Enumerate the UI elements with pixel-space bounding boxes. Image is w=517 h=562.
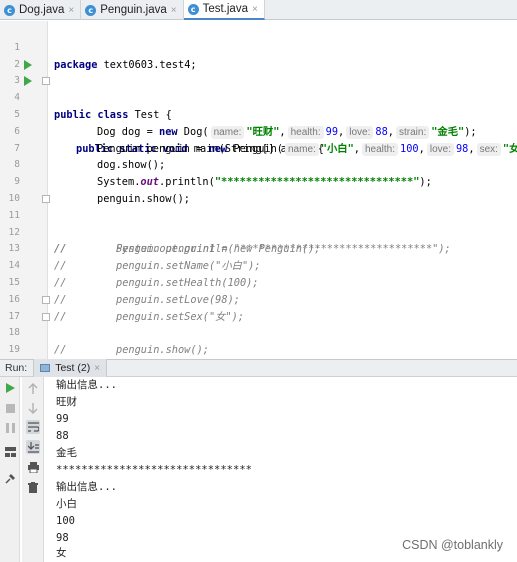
code-line: 6 Penguin penguin = new Penguin(name: "小白…: [0, 107, 517, 156]
close-icon[interactable]: ×: [68, 5, 74, 16]
code-line: 15 // penguin.setLove(98);: [0, 258, 517, 306]
fold-icon[interactable]: [42, 312, 50, 321]
console-output-line: 旺财: [56, 396, 77, 408]
editor-tab-bar: c Dog.java × c Penguin.java × c Test.jav…: [0, 0, 517, 20]
run-config-tab[interactable]: Test (2) ×: [33, 359, 108, 377]
code-line: 9 penguin.show();: [0, 157, 517, 205]
line-number: 19: [8, 344, 20, 356]
tab-label: Test.java: [202, 3, 248, 15]
run-tab-label: Test (2): [55, 362, 91, 374]
code-line: 1 package text0603.test4;: [0, 23, 517, 71]
run-toolbar-right: [22, 377, 44, 562]
watermark: CSDN @toblankly: [402, 538, 503, 552]
tab-label: Dog.java: [19, 4, 65, 16]
code-editor[interactable]: 1 package text0603.test4; 2 3 public cla…: [0, 21, 517, 359]
close-icon[interactable]: ×: [171, 5, 177, 16]
code-line: 17 // penguin.show();: [0, 292, 517, 356]
console-output-line: 小白: [56, 498, 77, 510]
stop-icon[interactable]: [3, 401, 17, 415]
code-line: 12 // Penguin penguin1 = new Penguin();: [0, 208, 517, 256]
code-line: 18 }: [0, 309, 517, 338]
code-line: 3 public class Test {: [0, 57, 517, 121]
close-icon[interactable]: ×: [252, 4, 258, 15]
arrow-up-icon[interactable]: [26, 381, 40, 395]
tab-test-java[interactable]: c Test.java ×: [183, 0, 265, 20]
code-line: 5 Dog dog = new Dog(name: "旺财", health: 99,…: [0, 90, 517, 139]
code-line: 8 System.out.println("******************…: [0, 141, 517, 188]
code-line: 11 // System.out.println("**************…: [0, 191, 517, 255]
console-icon: [40, 364, 51, 372]
code-line: 19 }: [0, 325, 517, 355]
run-gutter-icon[interactable]: [24, 76, 32, 87]
java-class-icon: c: [4, 4, 15, 16]
run-toolbar-left: [0, 377, 20, 562]
tab-penguin-java[interactable]: c Penguin.java ×: [81, 0, 184, 20]
java-class-icon: c: [85, 4, 97, 16]
code-line: 10: [0, 174, 517, 204]
pin-icon[interactable]: [3, 471, 17, 485]
layout-icon[interactable]: [3, 445, 17, 459]
pause-icon[interactable]: [3, 421, 17, 435]
fold-icon[interactable]: [42, 295, 50, 304]
console-output-line: 输出信息...: [56, 379, 117, 391]
close-icon[interactable]: ×: [94, 363, 100, 374]
code-line: 14 // penguin.setHealth(100);: [0, 241, 517, 289]
run-icon[interactable]: [3, 381, 17, 395]
console-output-line: 金毛: [56, 447, 77, 459]
code-line: 2: [0, 40, 517, 70]
code-line: 4 public static void main(String[] args)…: [0, 73, 517, 155]
trash-icon[interactable]: [26, 480, 40, 494]
run-panel-header: Run: Test (2) ×: [0, 359, 517, 377]
soft-wrap-icon[interactable]: [26, 420, 40, 434]
arrow-down-icon[interactable]: [26, 401, 40, 415]
fold-icon[interactable]: [42, 77, 50, 86]
console-output-line: 100: [56, 515, 75, 527]
console-output-line: 88: [56, 430, 69, 442]
console-output-line: 99: [56, 413, 69, 425]
comment-text: // penguin.show();: [54, 344, 209, 357]
tab-dog-java[interactable]: c Dog.java ×: [0, 0, 82, 20]
run-label: Run:: [5, 362, 28, 374]
run-console: 输出信息... 旺财 99 88 金毛 ********************…: [0, 377, 517, 562]
code-line: 16 // penguin.setSex("女");: [0, 275, 517, 323]
run-gutter-icon[interactable]: [24, 59, 32, 70]
code-line: 7 dog.show();: [0, 124, 517, 172]
fold-icon[interactable]: [42, 195, 50, 203]
java-class-icon: c: [187, 3, 199, 15]
console-output-line: *******************************: [56, 464, 252, 476]
code-line: 13 // penguin.setName("小白");: [0, 225, 517, 272]
print-icon[interactable]: [26, 460, 40, 474]
tab-label: Penguin.java: [100, 4, 167, 16]
console-output-line: 输出信息...: [56, 481, 117, 493]
scroll-to-end-icon[interactable]: [26, 440, 40, 454]
console-output-line: 女: [56, 547, 67, 559]
